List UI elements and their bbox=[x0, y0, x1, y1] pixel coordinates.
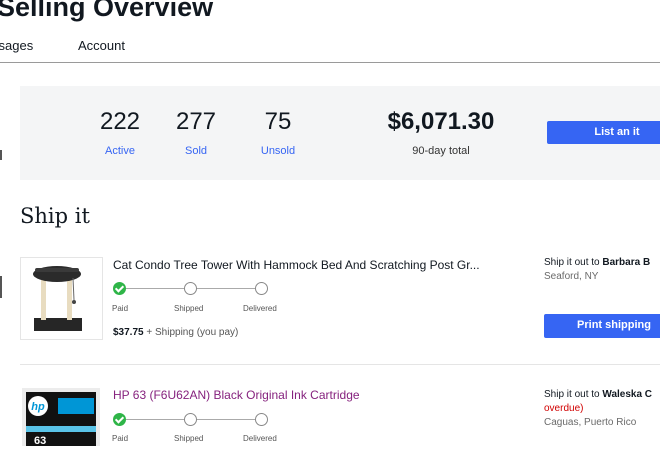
buyer-location: Seaford, NY bbox=[544, 271, 599, 282]
shipping-note: + Shipping (you pay) bbox=[146, 327, 239, 338]
step-connector bbox=[126, 288, 184, 289]
sold-link[interactable]: Sold bbox=[170, 145, 222, 157]
step-connector bbox=[197, 288, 255, 289]
ship-to-prefix: Ship it out to bbox=[544, 257, 600, 268]
step-label-shipped: Shipped bbox=[174, 304, 204, 313]
unsold-link[interactable]: Unsold bbox=[252, 145, 304, 157]
total-amount: $6,071.30 bbox=[387, 108, 495, 135]
active-stat[interactable]: 222 Active bbox=[94, 108, 146, 157]
paid-check-icon bbox=[113, 413, 126, 426]
tab-messages[interactable]: ssages bbox=[0, 38, 33, 53]
step-label-delivered: Delivered bbox=[243, 434, 277, 443]
order-divider bbox=[20, 364, 660, 365]
buyer-location: Caguas, Puerto Rico bbox=[544, 417, 637, 428]
tab-account[interactable]: Account bbox=[78, 38, 125, 53]
order-item-title[interactable]: HP 63 (F6U62AN) Black Original Ink Cartr… bbox=[113, 388, 360, 402]
overdue-status: overdue) bbox=[544, 403, 584, 414]
total-label: 90-day total bbox=[412, 145, 470, 157]
ship-to-prefix: Ship it out to bbox=[544, 389, 600, 400]
section-title: Ship it bbox=[20, 204, 90, 228]
sidebar-edge bbox=[0, 150, 2, 160]
item-thumbnail[interactable]: hp 63 bbox=[20, 386, 101, 467]
delivered-step-icon bbox=[255, 413, 268, 426]
ship-to-line: Ship it out to Barbara B bbox=[544, 257, 650, 268]
svg-text:hp: hp bbox=[31, 401, 45, 413]
step-label-shipped: Shipped bbox=[174, 434, 204, 443]
delivered-step-icon bbox=[255, 282, 268, 295]
item-thumbnail[interactable] bbox=[20, 257, 103, 340]
step-label-delivered: Delivered bbox=[243, 304, 277, 313]
shipped-step-icon bbox=[184, 282, 197, 295]
sold-stat[interactable]: 277 Sold bbox=[170, 108, 222, 157]
unsold-count: 75 bbox=[264, 108, 292, 135]
buyer-name[interactable]: Barbara B bbox=[602, 257, 650, 268]
print-shipping-label-button[interactable]: Print shipping bbox=[544, 314, 660, 338]
step-connector bbox=[126, 419, 184, 420]
order-item-title[interactable]: Cat Condo Tree Tower With Hammock Bed An… bbox=[113, 258, 480, 272]
unsold-stat[interactable]: 75 Unsold bbox=[252, 108, 304, 157]
active-count: 222 bbox=[99, 108, 141, 135]
order-price: $37.75 + Shipping (you pay) bbox=[113, 327, 238, 338]
shipped-step-icon bbox=[184, 413, 197, 426]
page-title: Selling Overview bbox=[0, 0, 214, 22]
step-label-paid: Paid bbox=[112, 434, 129, 443]
step-connector bbox=[197, 419, 255, 420]
ship-to-line: Ship it out to Waleska C bbox=[544, 389, 652, 400]
cartridge-number: 63 bbox=[34, 435, 46, 446]
cat-tree-image bbox=[33, 266, 82, 331]
price-amount: $37.75 bbox=[113, 327, 144, 338]
list-item-button[interactable]: List an it bbox=[547, 121, 660, 144]
sold-count: 277 bbox=[175, 108, 217, 135]
hp-ink-cartridge-image: hp 63 bbox=[22, 388, 100, 447]
total-stat: $6,071.30 90-day total bbox=[380, 108, 502, 157]
active-link[interactable]: Active bbox=[94, 145, 146, 157]
header-divider bbox=[0, 62, 660, 63]
paid-check-icon bbox=[113, 282, 126, 295]
buyer-name[interactable]: Waleska C bbox=[602, 389, 652, 400]
sidebar-edge bbox=[0, 276, 2, 298]
step-label-paid: Paid bbox=[112, 304, 129, 313]
